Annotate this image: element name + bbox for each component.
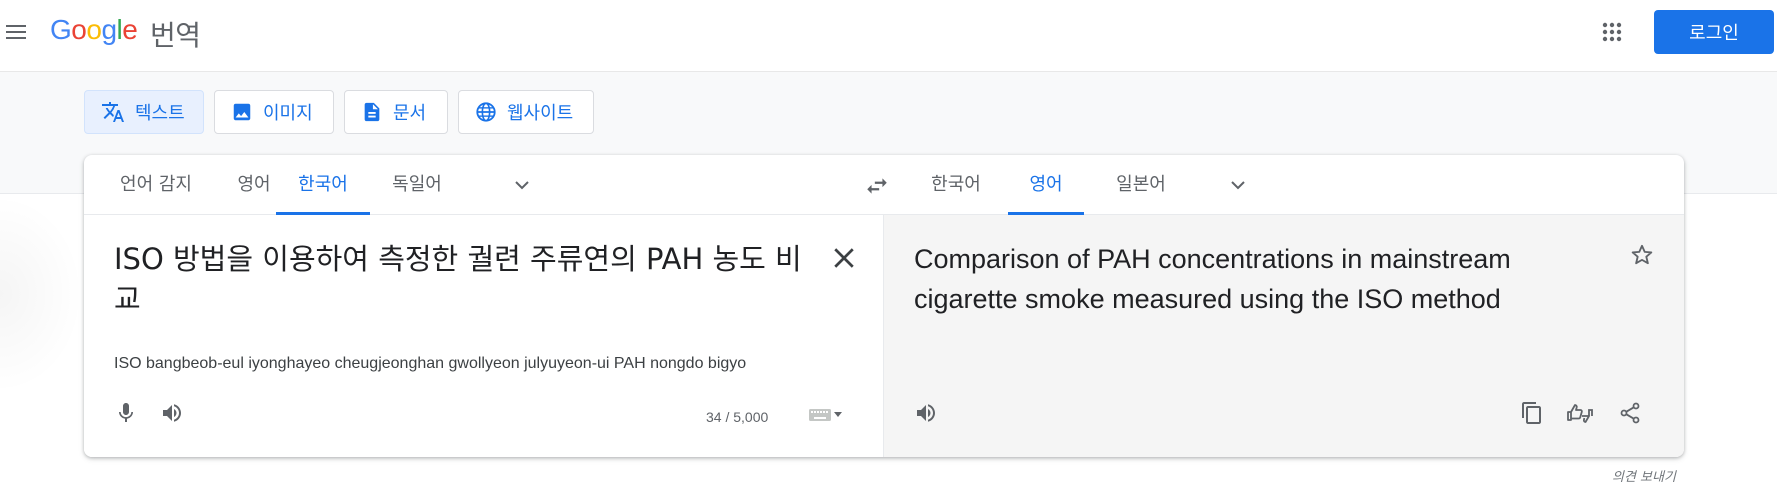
logo-letter: g (101, 14, 117, 45)
logo-letter: e (122, 14, 138, 45)
share-icon (1620, 402, 1640, 424)
hamburger-menu-icon[interactable] (4, 20, 28, 44)
source-pane: ISO 방법을 이용하여 측정한 궐련 주류연의 PAH 농도 비교 ISO b… (84, 215, 884, 457)
source-text-input[interactable]: ISO 방법을 이용하여 측정한 궐련 주류연의 PAH 농도 비교 (114, 239, 824, 319)
top-bar: Google 번역 로그인 (0, 0, 1777, 72)
image-icon (233, 103, 251, 121)
send-feedback-link[interactable]: 의견 보내기 (1612, 466, 1676, 485)
document-icon (364, 102, 380, 122)
voice-input-button[interactable] (110, 397, 142, 429)
microphone-icon (119, 403, 133, 422)
globe-icon (476, 102, 496, 122)
mode-document-button[interactable]: 문서 (344, 90, 448, 134)
keyboard-input-button[interactable] (802, 399, 850, 431)
keyboard-icon (809, 409, 831, 421)
character-count: 34 / 5,000 (706, 409, 769, 425)
logo-letter: o (71, 14, 87, 45)
copy-icon (1522, 402, 1541, 424)
google-translate-logo[interactable]: Google 번역 (50, 14, 201, 52)
product-name: 번역 (150, 19, 201, 52)
thumbs-up-down-icon (1567, 404, 1593, 423)
swap-languages-icon[interactable] (864, 173, 890, 199)
translation-card: 언어 감지 영어 한국어 독일어 한국어 영어 일본어 ISO 방법을 이용하여… (84, 155, 1684, 457)
copy-translation-button[interactable] (1516, 397, 1548, 429)
target-lang-english-tab[interactable]: 영어 (1008, 155, 1084, 215)
language-bar: 언어 감지 영어 한국어 독일어 한국어 영어 일본어 (84, 155, 1684, 215)
speaker-icon (917, 404, 935, 422)
mode-label: 이미지 (263, 103, 313, 124)
caret-down-icon (834, 412, 842, 417)
source-lang-korean-tab[interactable]: 한국어 (276, 155, 370, 215)
mode-label: 웹사이트 (507, 103, 574, 124)
speaker-icon (163, 404, 181, 422)
rate-translation-button[interactable] (1564, 397, 1596, 429)
google-logo-word: Google (50, 14, 138, 45)
background-shadow (0, 194, 84, 394)
source-lang-detect-tab[interactable]: 언어 감지 (104, 155, 208, 215)
target-lang-japanese-tab[interactable]: 일본어 (1098, 155, 1184, 215)
target-lang-korean-tab[interactable]: 한국어 (920, 155, 992, 215)
clear-text-icon[interactable] (829, 243, 859, 273)
logo-letter: G (50, 14, 72, 45)
source-lang-chevron-down-icon[interactable] (510, 173, 534, 197)
target-pane: Comparison of PAH concentrations in main… (884, 215, 1684, 457)
star-outline-icon (1631, 244, 1653, 265)
target-listen-button[interactable] (910, 397, 942, 429)
source-lang-german-tab[interactable]: 독일어 (370, 155, 464, 215)
save-translation-button[interactable] (1626, 239, 1658, 271)
mode-text-button[interactable]: 텍스트 (84, 90, 204, 134)
target-lang-chevron-down-icon[interactable] (1226, 173, 1250, 197)
login-button[interactable]: 로그인 (1654, 10, 1774, 54)
mode-label: 문서 (393, 103, 427, 124)
translated-text: Comparison of PAH concentrations in main… (914, 244, 1511, 314)
mode-label: 텍스트 (135, 103, 185, 124)
share-translation-button[interactable] (1614, 397, 1646, 429)
source-listen-button[interactable] (156, 397, 188, 429)
mode-website-button[interactable]: 웹사이트 (458, 90, 594, 134)
transliteration-text: ISO bangbeob-eul iyonghayeo cheugjeongha… (114, 355, 747, 372)
logo-letter: o (86, 14, 102, 45)
google-apps-icon[interactable] (1600, 20, 1624, 44)
mode-image-button[interactable]: 이미지 (214, 90, 334, 134)
translate-icon (102, 102, 124, 122)
